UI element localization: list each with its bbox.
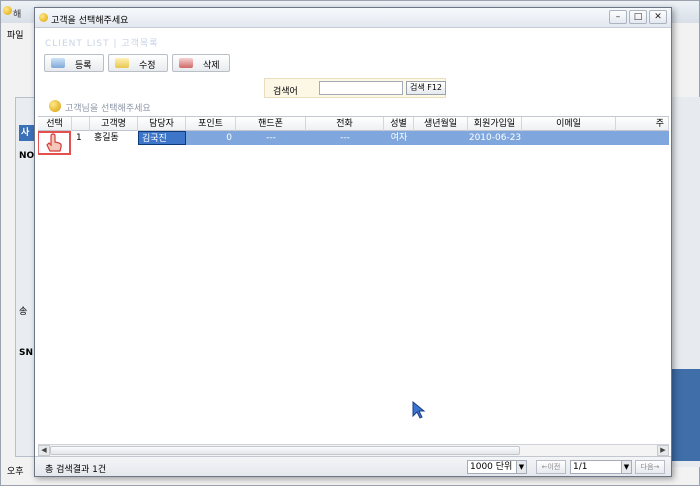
edit-icon bbox=[115, 58, 129, 68]
background-title: 해 bbox=[13, 10, 22, 20]
grid-header: 선택 고객명 담당자 포인트 핸드폰 전화 성별 생년월일 회원가입일 이메일 … bbox=[38, 117, 669, 131]
cell-mobile[interactable]: --- bbox=[236, 131, 306, 145]
hint-text: 고객님을 선택해주세요 bbox=[65, 104, 151, 114]
background-side-label: 송 bbox=[19, 307, 28, 317]
column-header-no[interactable] bbox=[72, 117, 90, 131]
menu-file[interactable]: 파일 bbox=[7, 28, 24, 41]
statusbar: 총 검색결과 1건 1000 단위 ▼ ←이전 1/1 ▼ 다음→ bbox=[35, 456, 671, 476]
app-icon bbox=[3, 6, 12, 15]
chevron-down-icon[interactable]: ▼ bbox=[516, 461, 526, 473]
column-header-select[interactable]: 선택 bbox=[38, 117, 72, 131]
delete-label: 삭제 bbox=[203, 61, 220, 71]
cell-join-date[interactable]: 2010-06-23 bbox=[468, 131, 522, 145]
mouse-cursor-icon bbox=[412, 401, 426, 419]
background-blue-panel bbox=[670, 369, 700, 461]
cell-manager[interactable]: 김국진 bbox=[138, 131, 186, 145]
search-panel: 검색어 검색 F12 bbox=[264, 78, 446, 98]
page-size-value: 1000 단위 bbox=[470, 462, 513, 472]
cell-address[interactable] bbox=[616, 131, 669, 145]
search-button[interactable]: 검색 F12 bbox=[406, 81, 446, 95]
hand-pointer-icon bbox=[46, 133, 62, 152]
section-title: CLIENT LIST | 고객목록 bbox=[45, 39, 159, 49]
maximize-button[interactable]: □ bbox=[629, 10, 647, 24]
search-result-count: 총 검색결과 1건 bbox=[45, 465, 107, 475]
page-select[interactable]: 1/1 ▼ bbox=[570, 460, 632, 474]
column-header-join-date[interactable]: 회원가입일 bbox=[468, 117, 522, 131]
cell-phone[interactable]: --- bbox=[306, 131, 384, 145]
background-side-label: SN bbox=[19, 348, 34, 358]
background-side-label: NO bbox=[19, 151, 35, 161]
scroll-left-button[interactable]: ◀ bbox=[38, 445, 50, 456]
column-header-gender[interactable]: 성별 bbox=[384, 117, 414, 131]
register-label: 등록 bbox=[75, 61, 92, 71]
page-value: 1/1 bbox=[573, 462, 588, 472]
app-icon bbox=[39, 13, 48, 22]
column-header-birthday[interactable]: 생년월일 bbox=[414, 117, 468, 131]
edit-label: 수정 bbox=[139, 61, 156, 71]
column-header-mobile[interactable]: 핸드폰 bbox=[236, 117, 306, 131]
table-row[interactable]: 1 홍길동 김국진 0 --- --- 여자 2010-06-23 bbox=[38, 131, 669, 145]
minimize-button[interactable]: – bbox=[609, 10, 627, 24]
cell-points[interactable]: 0 bbox=[186, 131, 236, 145]
edit-button[interactable]: 수정 bbox=[108, 54, 168, 72]
column-header-email[interactable]: 이메일 bbox=[522, 117, 616, 131]
background-right-panel bbox=[670, 97, 700, 467]
background-status: 오후 bbox=[7, 467, 24, 477]
dialog-title: 고객을 선택해주세요 bbox=[51, 16, 129, 26]
prev-page-button[interactable]: ←이전 bbox=[536, 460, 566, 474]
cell-gender[interactable]: 여자 bbox=[384, 131, 414, 145]
cell-birthday[interactable] bbox=[414, 131, 468, 145]
row-number: 1 bbox=[76, 131, 90, 145]
dialog-titlebar[interactable]: 고객을 선택해주세요 – □ ✕ bbox=[35, 8, 671, 28]
column-header-address[interactable]: 주 bbox=[616, 117, 669, 131]
column-header-manager[interactable]: 담당자 bbox=[138, 117, 186, 131]
next-page-button[interactable]: 다음→ bbox=[635, 460, 665, 474]
horizontal-scrollbar[interactable]: ◀ ▶ bbox=[38, 444, 669, 456]
chevron-down-icon[interactable]: ▼ bbox=[621, 461, 631, 473]
info-icon bbox=[49, 100, 61, 112]
scroll-thumb[interactable] bbox=[50, 446, 520, 455]
scroll-right-button[interactable]: ▶ bbox=[657, 445, 669, 456]
page-size-select[interactable]: 1000 단위 ▼ bbox=[467, 460, 527, 474]
register-icon bbox=[51, 58, 65, 68]
customer-grid: 선택 고객명 담당자 포인트 핸드폰 전화 성별 생년월일 회원가입일 이메일 … bbox=[38, 116, 669, 456]
column-header-name[interactable]: 고객명 bbox=[90, 117, 138, 131]
delete-button[interactable]: 삭제 bbox=[172, 54, 230, 72]
search-label: 검색어 bbox=[273, 87, 298, 97]
search-input[interactable] bbox=[319, 81, 403, 95]
close-button[interactable]: ✕ bbox=[649, 10, 667, 24]
column-header-phone[interactable]: 전화 bbox=[306, 117, 384, 131]
customer-select-dialog: 고객을 선택해주세요 – □ ✕ CLIENT LIST | 고객목록 등록 수… bbox=[34, 7, 672, 477]
register-button[interactable]: 등록 bbox=[44, 54, 104, 72]
cell-email[interactable] bbox=[522, 131, 616, 145]
delete-icon bbox=[179, 58, 193, 68]
cell-name[interactable]: 홍길동 bbox=[90, 131, 138, 145]
column-header-points[interactable]: 포인트 bbox=[186, 117, 236, 131]
